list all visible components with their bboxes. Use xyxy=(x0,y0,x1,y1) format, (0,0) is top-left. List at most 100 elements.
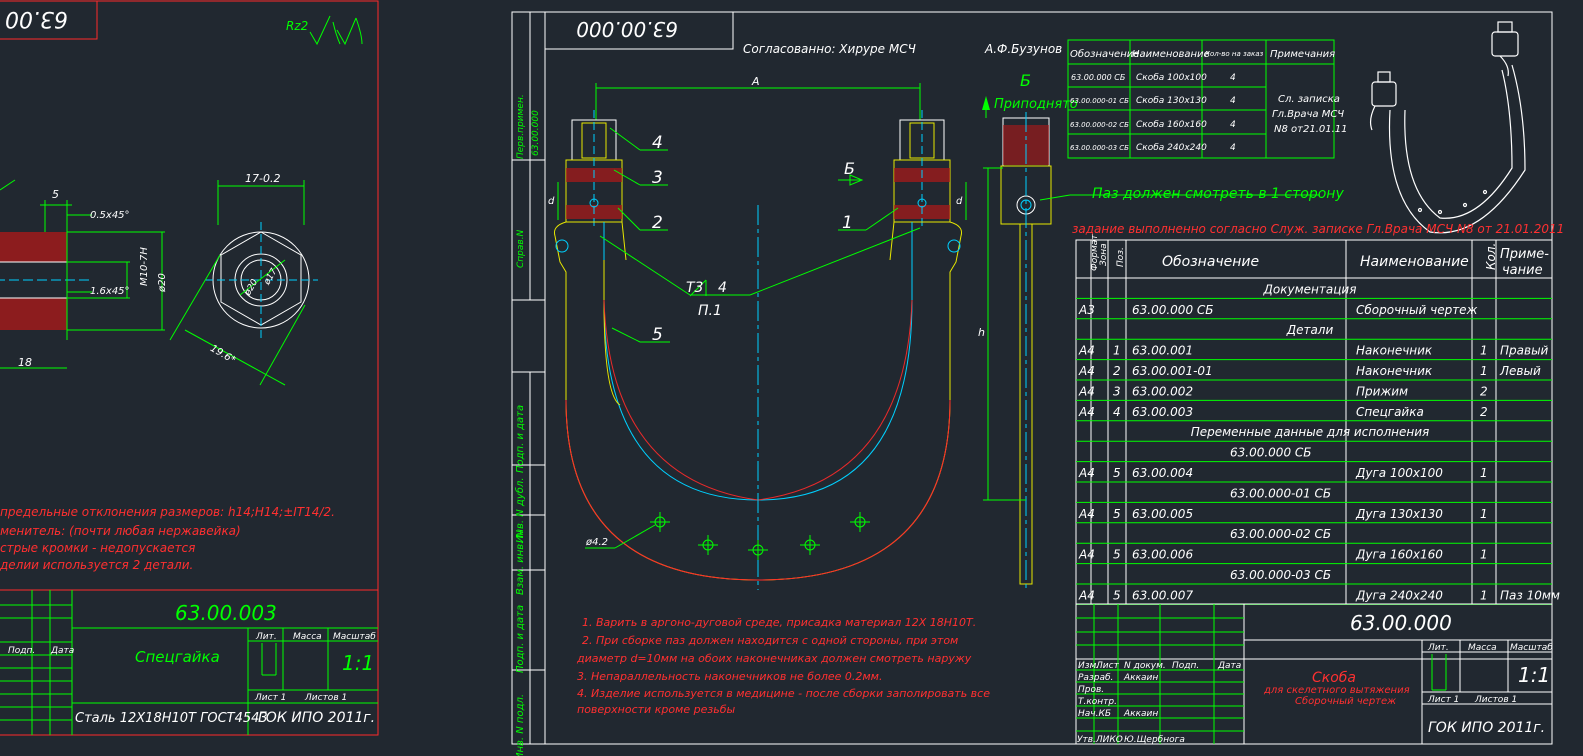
spec-cell: Прижим xyxy=(1356,384,1408,398)
spec-cell: А4 xyxy=(1078,466,1095,480)
spec-cell: 1 xyxy=(1480,548,1488,562)
spec-cell: 1 xyxy=(1480,507,1488,521)
side-vzam: Взам. инв. N xyxy=(515,530,526,595)
spec-cell: 63.00.000-01 СБ xyxy=(1230,486,1331,500)
spec-cell: 63.00.005 xyxy=(1132,507,1193,521)
svg-text:стрые кромки - недопускается: стрые кромки - недопускается xyxy=(0,541,195,555)
svg-text:Т.контр.: Т.контр. xyxy=(1078,697,1117,707)
main-tb-code: 63.00.000 xyxy=(1350,611,1452,635)
drawing-canvas: 63.00 Rz2 5 0.5x45° 1.6x45° M10-7H ø20 1… xyxy=(0,0,1564,756)
svg-text:Лист: Лист xyxy=(1095,661,1120,671)
svg-text:Дата: Дата xyxy=(1217,661,1241,671)
side-inv2: Инв. N подл. xyxy=(515,694,526,756)
svg-text:Скоба 160х160: Скоба 160х160 xyxy=(1136,120,1207,130)
svg-text:N докум.: N докум. xyxy=(1124,661,1166,671)
left-tb-scale-h: Масштаб xyxy=(333,632,376,642)
svg-text:Лист 1: Лист 1 xyxy=(1427,695,1459,705)
spec-note-header2: чание xyxy=(1502,263,1543,278)
spec-cell: 63.00.007 xyxy=(1132,588,1193,602)
svg-text:4. Изделие используется в меди: 4. Изделие используется в медицине - пос… xyxy=(577,687,990,700)
left-stamp-text: 63.00 xyxy=(5,6,68,31)
svg-text:Пров.: Пров. xyxy=(1078,685,1104,695)
main-tb-name2: для скелетного вытяжения xyxy=(1263,685,1410,696)
svg-text:Утв.ЛИКО: Утв.ЛИКО xyxy=(1077,735,1123,745)
author-label: А.Ф.Бузунов xyxy=(984,42,1062,56)
main-notes: 1. Варить в аргоно-дуговой среде, присад… xyxy=(576,616,990,716)
weld-t3: Т3 xyxy=(686,280,703,296)
paz-note: Паз должен смотреть в 1 сторону xyxy=(1092,186,1344,202)
spec-cell: Паз 10мм xyxy=(1500,588,1560,602)
spec-cell: Дуга 240х240 xyxy=(1355,588,1443,602)
svg-text:Разраб.: Разраб. xyxy=(1078,673,1113,683)
spec-cell: 63.00.000 СБ xyxy=(1230,446,1312,460)
svg-text:Подп.: Подп. xyxy=(1172,661,1199,671)
spec-cell: Переменные данные для исполнения xyxy=(1191,425,1430,439)
approved-label: Согласованно: Хируре МСЧ xyxy=(743,42,916,56)
weld-t3-n: 4 xyxy=(718,280,727,296)
svg-text:Обозначение: Обозначение xyxy=(1070,48,1139,60)
view-b-arrow-label: Б xyxy=(844,159,855,178)
svg-text:менитель: (почти любая нержаве: менитель: (почти любая нержавейка) xyxy=(0,524,241,538)
svg-text:Гл.Врача МСЧ: Гл.Врача МСЧ xyxy=(1272,109,1344,120)
left-tb-code: 63.00.003 xyxy=(175,601,277,625)
spec-cell: 63.00.000 СБ xyxy=(1132,303,1214,317)
svg-text:Наименование: Наименование xyxy=(1132,49,1210,60)
left-tb-name: Спецгайка xyxy=(135,648,220,666)
spec-cell: А4 xyxy=(1078,384,1095,398)
left-tb-sheets: Листов 1 xyxy=(304,693,347,703)
left-tb-lit: Лит. xyxy=(255,632,277,642)
left-tb-material: Сталь 12Х18Н10Т ГОСТ4543 xyxy=(75,711,268,726)
view-b-title: Б xyxy=(1020,71,1031,90)
main-sheet: 63.00.000 Перв.примен. 63.00.000 Справ.N… xyxy=(511,11,1564,756)
spec-cell: Детали xyxy=(1286,323,1334,337)
side-podp1: Подп. и дата xyxy=(515,405,526,473)
main-tb-scale: 1:1 xyxy=(1518,663,1550,687)
svg-text:4: 4 xyxy=(1230,143,1236,153)
dim-c17: ø17 xyxy=(262,267,280,288)
spec-cell: 5 xyxy=(1113,466,1121,480)
svg-text:Скоба 240х240: Скоба 240х240 xyxy=(1136,143,1207,153)
callout-4: 4 xyxy=(652,133,663,153)
iso-sketch xyxy=(1369,21,1526,234)
spec-cell: 63.00.000-03 СБ xyxy=(1230,568,1331,582)
dim-chamfer-05: 0.5x45° xyxy=(90,210,130,221)
dim-18: 18 xyxy=(18,356,32,369)
callout-3: 3 xyxy=(652,168,663,188)
hole-dim: ø4.2 xyxy=(585,537,608,548)
spec-rows: Документация А3 63.00.000 СБ Сборочный черт… xyxy=(1078,282,1560,602)
spec-cell: 2 xyxy=(1480,405,1488,419)
dim-h: h xyxy=(978,326,985,339)
main-tb-org: ГОК ИПО 2011г. xyxy=(1428,720,1545,736)
side-perv-v: 63.00.000 xyxy=(531,110,541,156)
svg-text:Лит.: Лит. xyxy=(1427,643,1449,653)
svg-text:1. Варить в аргоно-дуговой сре: 1. Варить в аргоно-дуговой среде, присад… xyxy=(582,616,976,629)
spec-cell: 63.00.003 xyxy=(1132,405,1193,419)
left-tb-sheet: Лист 1 xyxy=(254,693,286,703)
svg-text:Масса: Масса xyxy=(1468,643,1497,653)
svg-text:4: 4 xyxy=(1230,73,1236,83)
spec-cell: 1 xyxy=(1480,364,1488,378)
spec-cell: Дуга 100х100 xyxy=(1355,466,1443,480)
spec-cell: Наконечник xyxy=(1356,364,1433,378)
dim-d20: ø20 xyxy=(157,273,168,293)
svg-text:Скоба 130х130: Скоба 130х130 xyxy=(1136,96,1207,106)
left-tb-data: Дата xyxy=(50,646,74,656)
spec-cell: Правый xyxy=(1500,344,1549,358)
spec-note-header: Приме- xyxy=(1500,247,1549,262)
svg-text:Аккаин: Аккаин xyxy=(1123,673,1158,683)
side-perv: Перв.примен. xyxy=(516,94,526,159)
spec-cell: 5 xyxy=(1113,507,1121,521)
dim-d-left: d xyxy=(548,196,555,207)
spec-cell: Сборочный чертеж xyxy=(1356,303,1478,317)
dim-chamfer-16: 1.6x45° xyxy=(90,286,130,297)
main-tb-name1: Скоба xyxy=(1312,670,1356,686)
spec-cell: 63.00.001-01 xyxy=(1132,364,1213,378)
spec-cell: 5 xyxy=(1113,588,1121,602)
svg-text:Обозначение: Обозначение xyxy=(1162,254,1259,270)
svg-text:Масштаб: Масштаб xyxy=(1510,643,1553,653)
svg-text:делии используется 2 детали.: делии используется 2 детали. xyxy=(0,558,193,572)
roughness-label: Rz2 xyxy=(286,19,308,33)
spec-cell: А4 xyxy=(1078,364,1095,378)
dim-17: 17-0.2 xyxy=(245,172,280,185)
dim-196: 19.6* xyxy=(208,343,237,366)
